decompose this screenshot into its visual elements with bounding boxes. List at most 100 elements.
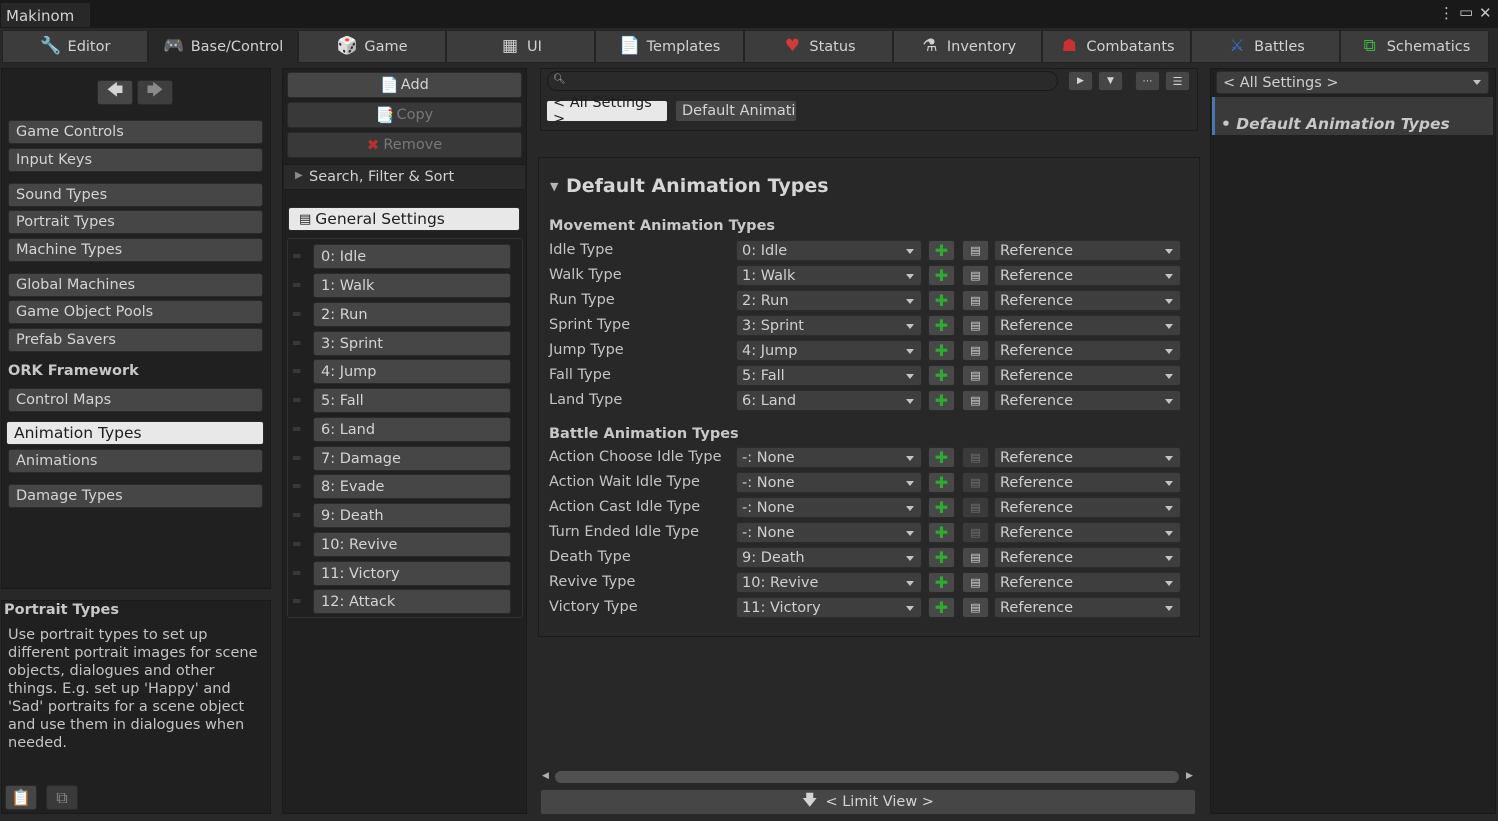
drag-handle-icon[interactable]: ═ (293, 364, 300, 378)
add-button[interactable]: ✚ (928, 315, 955, 336)
add-button[interactable]: ✚ (928, 447, 955, 468)
list-button[interactable]: ▤ (962, 597, 989, 618)
foldout-arrow-icon[interactable]: ▼ (550, 180, 558, 193)
sidebar-item-animation-types[interactable]: Animation Types (6, 421, 264, 445)
open-external-button[interactable]: ⧉ (46, 785, 78, 810)
tab-editor[interactable]: 🔧 Editor (2, 30, 148, 63)
victory-type-dropdown[interactable]: 11: Victory (736, 597, 922, 618)
breadcrumb-current[interactable]: Default Animati (675, 100, 797, 122)
horizontal-scrollbar[interactable] (555, 771, 1179, 783)
jump-type-dropdown[interactable]: 4: Jump (736, 340, 922, 361)
sidebar-item-sound-types[interactable]: Sound Types (8, 183, 263, 207)
add-button[interactable]: ✚ (928, 597, 955, 618)
maximize-icon[interactable]: ▭ (1459, 3, 1473, 21)
drag-handle-icon[interactable]: ═ (293, 278, 300, 292)
tab-game[interactable]: 🎲 Game (298, 30, 446, 63)
sidebar-item-game-controls[interactable]: Game Controls (8, 120, 263, 144)
sidebar-item-game-object-pools[interactable]: Game Object Pools (8, 300, 263, 324)
copy-button[interactable]: 📑 Copy (287, 102, 522, 128)
add-button[interactable]: ✚ (928, 522, 955, 543)
list-view-button[interactable]: ☰ (1165, 71, 1190, 91)
reference-dropdown[interactable]: Reference (994, 290, 1181, 311)
breadcrumb-all-settings[interactable]: < All Settings > (546, 95, 668, 127)
turn-ended-idle-type-dropdown[interactable]: -: None (736, 522, 922, 543)
list-button[interactable]: ▤ (962, 572, 989, 593)
action-cast-idle-type-dropdown[interactable]: -: None (736, 497, 922, 518)
list-item[interactable]: 5: Fall (313, 388, 511, 413)
list-button[interactable]: ▤ (962, 240, 989, 261)
list-item[interactable]: 10: Revive (313, 532, 511, 557)
forward-button[interactable]: 🡆 (137, 80, 173, 105)
reference-dropdown[interactable]: Reference (994, 315, 1181, 336)
sidebar-item-global-machines[interactable]: Global Machines (8, 273, 263, 297)
clipboard-button[interactable]: 📋 (5, 785, 37, 810)
list-button[interactable]: ▤ (962, 365, 989, 386)
drag-handle-icon[interactable]: ═ (293, 336, 300, 350)
scroll-right-icon[interactable]: ▶ (1186, 771, 1193, 781)
search-input[interactable] (547, 71, 1058, 91)
add-button[interactable]: ✚ (928, 290, 955, 311)
limit-view-button[interactable]: 🡇 < Limit View > (540, 789, 1196, 815)
drag-handle-icon[interactable]: ═ (293, 479, 300, 493)
more-options-icon[interactable]: ⋮ (1439, 4, 1454, 22)
list-item[interactable]: 12: Attack (313, 589, 511, 614)
reference-dropdown[interactable]: Reference (994, 340, 1181, 361)
list-item[interactable]: 8: Evade (313, 474, 511, 499)
add-button[interactable]: ✚ (928, 240, 955, 261)
drag-handle-icon[interactable]: ═ (293, 249, 300, 263)
add-button[interactable]: ✚ (928, 572, 955, 593)
list-button[interactable]: ▤ (962, 547, 989, 568)
reference-dropdown[interactable]: Reference (994, 447, 1181, 468)
tab-battles[interactable]: ⚔ Battles (1191, 30, 1340, 63)
tab-base-control[interactable]: 🎮 Base/Control (148, 30, 298, 63)
compact-view-button[interactable]: ⋯ (1135, 71, 1160, 91)
walk-type-dropdown[interactable]: 1: Walk (736, 265, 922, 286)
sidebar-item-control-maps[interactable]: Control Maps (8, 388, 263, 412)
sidebar-item-damage-types[interactable]: Damage Types (8, 484, 263, 508)
tab-schematics[interactable]: ⧉ Schematics (1340, 30, 1489, 63)
land-type-dropdown[interactable]: 6: Land (736, 390, 922, 411)
list-item[interactable]: 0: Idle (313, 244, 511, 269)
list-item[interactable]: 11: Victory (313, 561, 511, 586)
add-button[interactable]: ✚ (928, 497, 955, 518)
list-item[interactable]: 6: Land (313, 417, 511, 442)
list-item[interactable]: 7: Damage (313, 446, 511, 471)
settings-nav-dropdown[interactable]: < All Settings > (1216, 71, 1489, 94)
tab-combatants[interactable]: ☗ Combatants (1042, 30, 1191, 63)
play-button[interactable]: ▶ (1068, 71, 1093, 91)
idle-type-dropdown[interactable]: 0: Idle (736, 240, 922, 261)
reference-dropdown[interactable]: Reference (994, 240, 1181, 261)
reference-dropdown[interactable]: Reference (994, 497, 1181, 518)
tab-ui[interactable]: ▦ UI (446, 30, 595, 63)
list-button[interactable]: ▤ (962, 472, 989, 493)
sidebar-item-input-keys[interactable]: Input Keys (8, 148, 263, 172)
drag-handle-icon[interactable]: ═ (293, 594, 300, 608)
reference-dropdown[interactable]: Reference (994, 547, 1181, 568)
add-button[interactable]: ✚ (928, 340, 955, 361)
action-choose-idle-type-dropdown[interactable]: -: None (736, 447, 922, 468)
drag-handle-icon[interactable]: ═ (293, 566, 300, 580)
tab-inventory[interactable]: ⚗ Inventory (893, 30, 1042, 63)
drag-handle-icon[interactable]: ═ (293, 508, 300, 522)
tab-templates[interactable]: 📄 Templates (595, 30, 744, 63)
drag-handle-icon[interactable]: ═ (293, 451, 300, 465)
add-button[interactable]: ✚ (928, 547, 955, 568)
list-button[interactable]: ▤ (962, 265, 989, 286)
remove-button[interactable]: ✖ Remove (287, 132, 522, 158)
list-button[interactable]: ▤ (962, 340, 989, 361)
reference-dropdown[interactable]: Reference (994, 522, 1181, 543)
list-item[interactable]: 2: Run (313, 302, 511, 327)
sidebar-item-machine-types[interactable]: Machine Types (8, 238, 263, 262)
tab-status[interactable]: ♥ Status (744, 30, 893, 63)
sidebar-item-portrait-types[interactable]: Portrait Types (8, 210, 263, 234)
run-type-dropdown[interactable]: 2: Run (736, 290, 922, 311)
reference-dropdown[interactable]: Reference (994, 265, 1181, 286)
list-button[interactable]: ▤ (962, 497, 989, 518)
sidebar-item-prefab-savers[interactable]: Prefab Savers (8, 328, 263, 352)
list-item[interactable]: 4: Jump (313, 359, 511, 384)
list-item[interactable]: 3: Sprint (313, 331, 511, 356)
list-button[interactable]: ▤ (962, 522, 989, 543)
drag-handle-icon[interactable]: ═ (293, 422, 300, 436)
sidebar-item-animations[interactable]: Animations (8, 449, 263, 473)
general-settings-button[interactable]: ▤ General Settings (288, 207, 520, 231)
